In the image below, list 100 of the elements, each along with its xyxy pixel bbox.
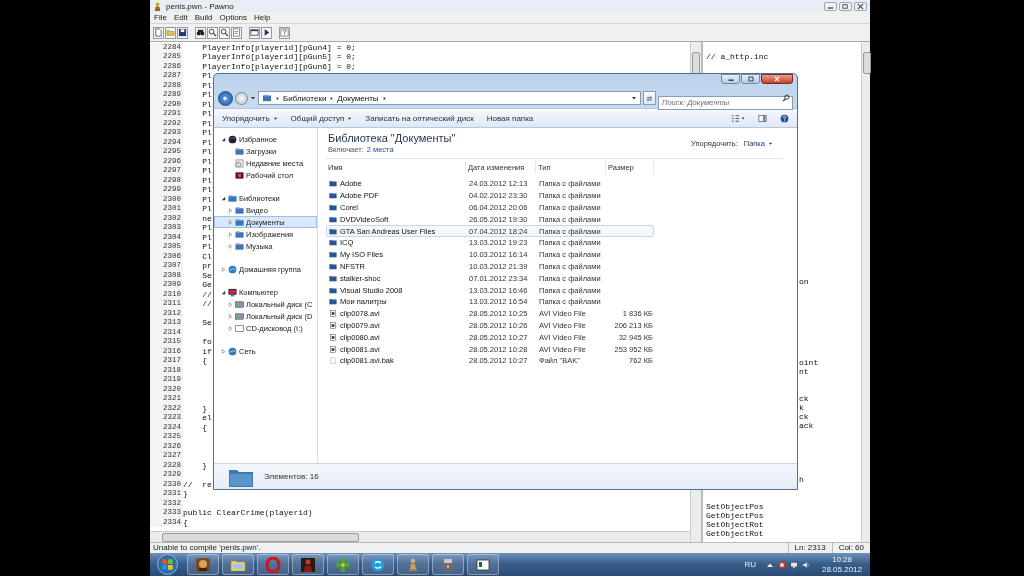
function-item[interactable]: GetObjectRot xyxy=(706,529,764,538)
taskbar-button[interactable] xyxy=(292,554,324,575)
minimize-button[interactable] xyxy=(824,1,837,11)
code-line: el xyxy=(201,413,212,423)
computer-icon xyxy=(228,287,237,297)
window-title: penls.pwn - Pawno xyxy=(166,1,234,11)
collapsed-arrow-icon[interactable] xyxy=(221,266,226,272)
collapsed-arrow-icon[interactable] xyxy=(228,325,233,331)
code-line: Pl xyxy=(201,128,212,138)
expanded-arrow-icon[interactable] xyxy=(221,289,226,295)
expanded-arrow-icon[interactable] xyxy=(221,195,226,201)
function-item[interactable]: oint xyxy=(799,358,819,367)
desktop-icon xyxy=(235,170,244,180)
flag-icon[interactable] xyxy=(777,560,786,569)
chevron-icon[interactable] xyxy=(275,95,280,101)
collapsed-arrow-icon[interactable] xyxy=(228,243,233,249)
toolbar-button[interactable] xyxy=(177,26,188,39)
folder-icon xyxy=(329,298,337,306)
function-item[interactable]: ack xyxy=(799,421,814,430)
folder-icon xyxy=(329,274,337,282)
folder-icon xyxy=(329,227,337,235)
menu-item[interactable]: Edit xyxy=(173,13,188,22)
taskbar-button[interactable] xyxy=(187,554,219,575)
menu-item[interactable]: Build xyxy=(194,13,213,22)
function-item[interactable]: k xyxy=(799,403,804,412)
caret-icon[interactable] xyxy=(631,95,637,101)
code-line: Pl xyxy=(201,109,212,119)
clock-date[interactable]: 28.05.2012 xyxy=(821,564,862,574)
folder-icon xyxy=(329,286,337,294)
start-button[interactable] xyxy=(157,554,178,575)
taskbar-button[interactable] xyxy=(467,554,499,575)
function-item[interactable]: ck xyxy=(799,412,809,421)
maximize-button[interactable] xyxy=(741,74,760,84)
breadcrumb-item[interactable]: Библиотеки xyxy=(283,93,327,103)
taskbar-button[interactable] xyxy=(222,554,254,575)
address-bar[interactable]: Библиотеки Документы xyxy=(258,91,641,105)
preview-pane-button[interactable] xyxy=(758,113,767,123)
search-icon xyxy=(208,28,217,37)
collapsed-arrow-icon[interactable] xyxy=(228,207,233,213)
toolbar-button[interactable] xyxy=(195,26,206,39)
function-item[interactable]: SetObjectRot xyxy=(706,520,764,529)
restore-button[interactable] xyxy=(839,1,852,11)
back-button[interactable] xyxy=(218,90,233,106)
toolbar-button[interactable]: Общий доступ xyxy=(290,113,353,123)
toolbar-button[interactable]: Упорядочить xyxy=(222,113,278,123)
code-line: Pl xyxy=(201,204,212,214)
caret-icon[interactable] xyxy=(250,95,256,101)
folder-icon xyxy=(235,205,244,215)
scrollbar[interactable] xyxy=(150,531,690,542)
function-item[interactable]: nt xyxy=(799,367,809,376)
help-button[interactable] xyxy=(780,113,789,123)
code-line: Pl xyxy=(201,156,212,166)
code-line: PlayerInfo[playerid][pGun6] = 0; xyxy=(201,61,356,71)
toolbar-button[interactable] xyxy=(219,26,230,39)
globe-icon xyxy=(228,134,237,144)
taskbar-button[interactable] xyxy=(362,554,394,575)
function-item[interactable]: on xyxy=(799,277,809,286)
toolbar-button[interactable]: Записать на оптический диск xyxy=(365,113,474,123)
folder-icon xyxy=(228,193,237,203)
menu-item[interactable]: Help xyxy=(254,13,271,22)
expanded-arrow-icon[interactable] xyxy=(221,136,226,142)
clock-time[interactable]: 10:28 xyxy=(831,555,852,565)
minimize-button[interactable] xyxy=(721,74,740,84)
code-line: if xyxy=(201,346,212,356)
toolbar-button[interactable] xyxy=(261,26,272,39)
code-line: { xyxy=(183,517,188,527)
taskbar-button[interactable] xyxy=(432,554,464,575)
code-line: // xyxy=(201,299,212,309)
refresh-button[interactable] xyxy=(643,91,656,105)
globe-icon xyxy=(228,346,237,356)
view-button[interactable] xyxy=(730,113,745,123)
monitor-icon[interactable] xyxy=(789,560,798,569)
function-item[interactable]: GetObjectPos xyxy=(706,511,764,520)
breadcrumb-item[interactable]: Документы xyxy=(337,93,379,103)
collapsed-arrow-icon[interactable] xyxy=(221,348,226,354)
close-button[interactable] xyxy=(761,74,793,84)
toolbar-button[interactable] xyxy=(249,26,260,39)
list-view-icon xyxy=(730,113,745,123)
function-item[interactable]: // a_http.inc xyxy=(706,52,769,61)
toolbar-button[interactable]: Новая папка xyxy=(486,113,534,123)
collapsed-arrow-icon[interactable] xyxy=(228,301,233,307)
function-item[interactable]: SetObjectPos xyxy=(706,502,764,511)
toolbar-button[interactable] xyxy=(207,26,218,39)
folder-icon xyxy=(235,217,244,227)
language-indicator[interactable]: RU xyxy=(744,560,756,569)
scrollbar[interactable] xyxy=(861,42,870,542)
help-icon xyxy=(780,113,789,123)
menu-item[interactable]: Options xyxy=(219,13,248,22)
function-item[interactable]: ck xyxy=(799,394,809,403)
chevron-icon[interactable] xyxy=(381,95,387,101)
chevron-icon[interactable] xyxy=(329,95,335,101)
maximize-icon xyxy=(745,76,756,82)
library-icon xyxy=(262,94,272,102)
close-icon xyxy=(772,76,782,82)
function-item[interactable]: h xyxy=(799,475,804,484)
speaker-icon[interactable] xyxy=(801,560,810,569)
collapsed-arrow-icon[interactable] xyxy=(228,231,233,237)
close-button[interactable] xyxy=(854,1,867,11)
menu-item[interactable]: File xyxy=(154,13,167,22)
collapsed-arrow-icon[interactable] xyxy=(228,313,233,319)
